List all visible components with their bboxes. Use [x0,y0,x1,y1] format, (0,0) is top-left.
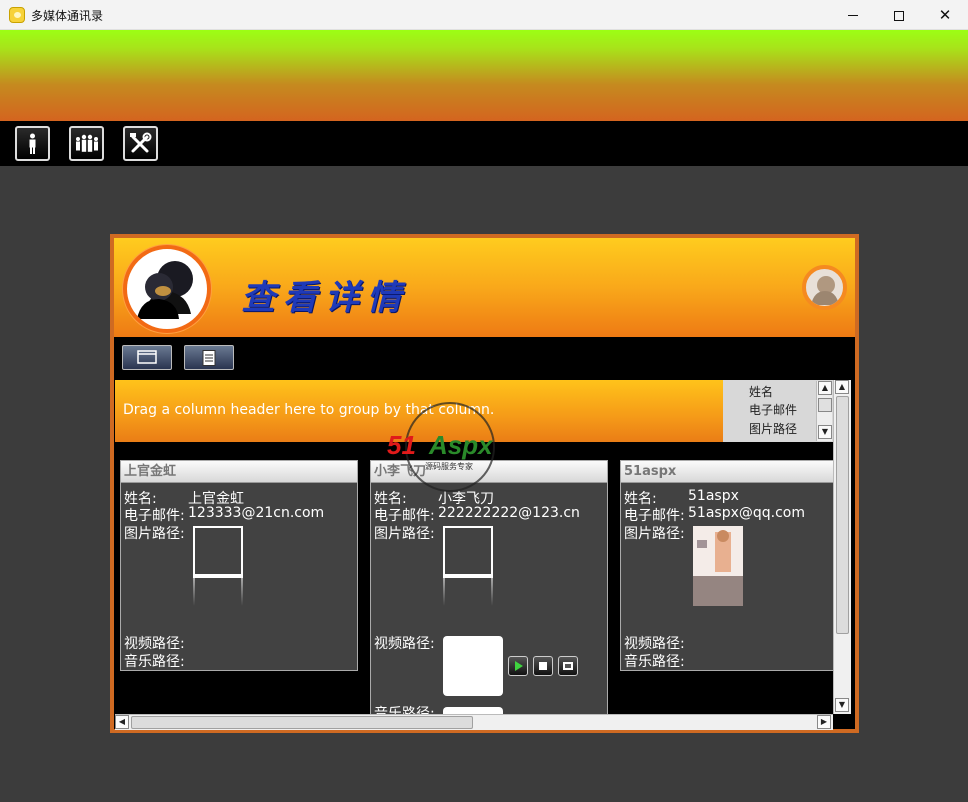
window-icon [137,350,157,364]
field-item-name[interactable]: 姓名 [749,383,773,400]
email-label: 电子邮件: [624,508,685,524]
group-button[interactable] [69,126,104,161]
scroll-right-arrow-icon[interactable]: ▶ [817,715,831,729]
image-placeholder [193,526,243,606]
scroll-down-arrow-icon[interactable]: ▼ [818,425,832,439]
video-player[interactable] [443,636,503,696]
document-icon [202,350,216,366]
contact-avatar [123,245,211,333]
image-path-label: 图片路径: [374,526,435,542]
settings-button[interactable] [123,126,158,161]
person-icon [29,133,36,154]
maximize-icon [894,10,904,21]
field-item-image-path[interactable]: 图片路径 [749,420,797,437]
video-path-label: 视频路径: [374,636,435,652]
field-chooser-scrollbar[interactable]: ▲ ▼ [816,381,832,441]
user-mini-avatar[interactable] [802,265,847,310]
group-by-panel[interactable]: Drag a column header here to group by th… [115,380,723,442]
title-bar: 多媒体通讯录 ✕ [0,0,968,30]
contact-card[interactable]: 小李飞刀 姓名: 小李飞刀 电子邮件: 222222222@123.cn 图片路… [370,460,608,714]
image-path-label: 图片路径: [124,526,185,542]
scroll-up-arrow-icon[interactable]: ▲ [818,381,832,395]
maximize-button[interactable] [876,0,922,30]
user-silhouette-icon [811,276,839,305]
contact-card[interactable]: 上官金虹 姓名: 上官金虹 电子邮件: 123333@21cn.com 图片路径… [120,460,358,671]
stop-button[interactable] [533,656,553,676]
group-icon [76,134,98,152]
card-header[interactable]: 上官金虹 [121,461,357,483]
app-banner [0,30,968,121]
scroll-thumb[interactable] [818,398,832,412]
scroll-down-arrow-icon[interactable]: ▼ [835,698,849,712]
minimize-icon [848,15,858,16]
email-value: 222222222@123.cn [438,505,580,521]
video-path-label: 视频路径: [124,636,185,652]
music-path-label: 音乐路径: [374,706,435,714]
email-label: 电子邮件: [124,508,185,524]
card-view: 上官金虹 姓名: 上官金虹 电子邮件: 123333@21cn.com 图片路径… [115,442,833,714]
window-title: 多媒体通讯录 [31,9,104,23]
tools-icon [130,132,152,153]
music-path-label: 音乐路径: [624,654,685,670]
app-icon [9,7,25,23]
vertical-scroll-thumb[interactable] [836,396,849,634]
email-label: 电子邮件: [374,508,435,524]
play-icon [515,661,523,671]
page-title: 查看详情 [241,278,409,318]
details-window: 查看详情 Drag a column header here to group … [110,234,859,733]
email-value: 51aspx@qq.com [688,505,805,521]
vertical-scrollbar[interactable]: ▲ ▼ [833,380,851,714]
image-placeholder [443,526,493,606]
field-chooser[interactable]: 姓名 电子邮件 图片路径 ▲ ▼ [723,380,833,442]
horizontal-scrollbar[interactable]: ◀ ▶ [115,714,833,730]
contact-photo [693,526,743,606]
stop-icon [539,662,547,670]
image-path-label: 图片路径: [624,526,685,542]
scroll-up-arrow-icon[interactable]: ▲ [835,380,849,394]
play-button[interactable] [508,656,528,676]
field-item-email[interactable]: 电子邮件 [749,401,797,418]
scroll-left-arrow-icon[interactable]: ◀ [115,715,129,729]
horizontal-scroll-thumb[interactable] [131,716,473,729]
contact-button[interactable] [15,126,50,161]
card-header[interactable]: 51aspx [621,461,833,483]
close-button[interactable]: ✕ [922,0,968,30]
minimize-button[interactable] [830,0,876,30]
email-value: 123333@21cn.com [188,505,325,521]
view-window-button[interactable] [122,345,172,370]
video-path-label: 视频路径: [624,636,685,652]
contact-card[interactable]: 51aspx 姓名: 51aspx 电子邮件: 51aspx@qq.com 图片… [620,460,833,671]
audio-player[interactable] [443,707,503,714]
view-document-button[interactable] [184,345,234,370]
details-toolbar [114,337,855,380]
name-value: 51aspx [688,488,739,504]
details-header: 查看详情 [114,238,855,337]
people-silhouette-icon [137,261,193,319]
music-path-label: 音乐路径: [124,654,185,670]
main-toolbar [0,121,968,166]
fullscreen-button[interactable] [558,656,578,676]
card-header[interactable]: 小李飞刀 [371,461,607,483]
group-by-hint: Drag a column header here to group by th… [123,402,495,418]
fullscreen-icon [563,662,573,670]
